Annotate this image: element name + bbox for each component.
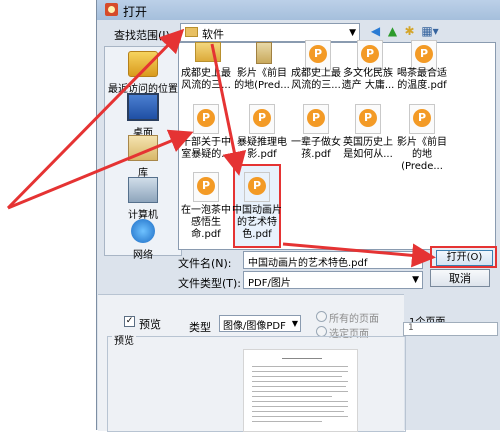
annotation-arrows — [6, 28, 436, 268]
arrow-to-selected-file — [210, 43, 247, 176]
arrow-to-look-in — [6, 28, 185, 210]
arrow-to-file-list — [7, 129, 194, 210]
arrow-to-open-button — [282, 242, 436, 268]
